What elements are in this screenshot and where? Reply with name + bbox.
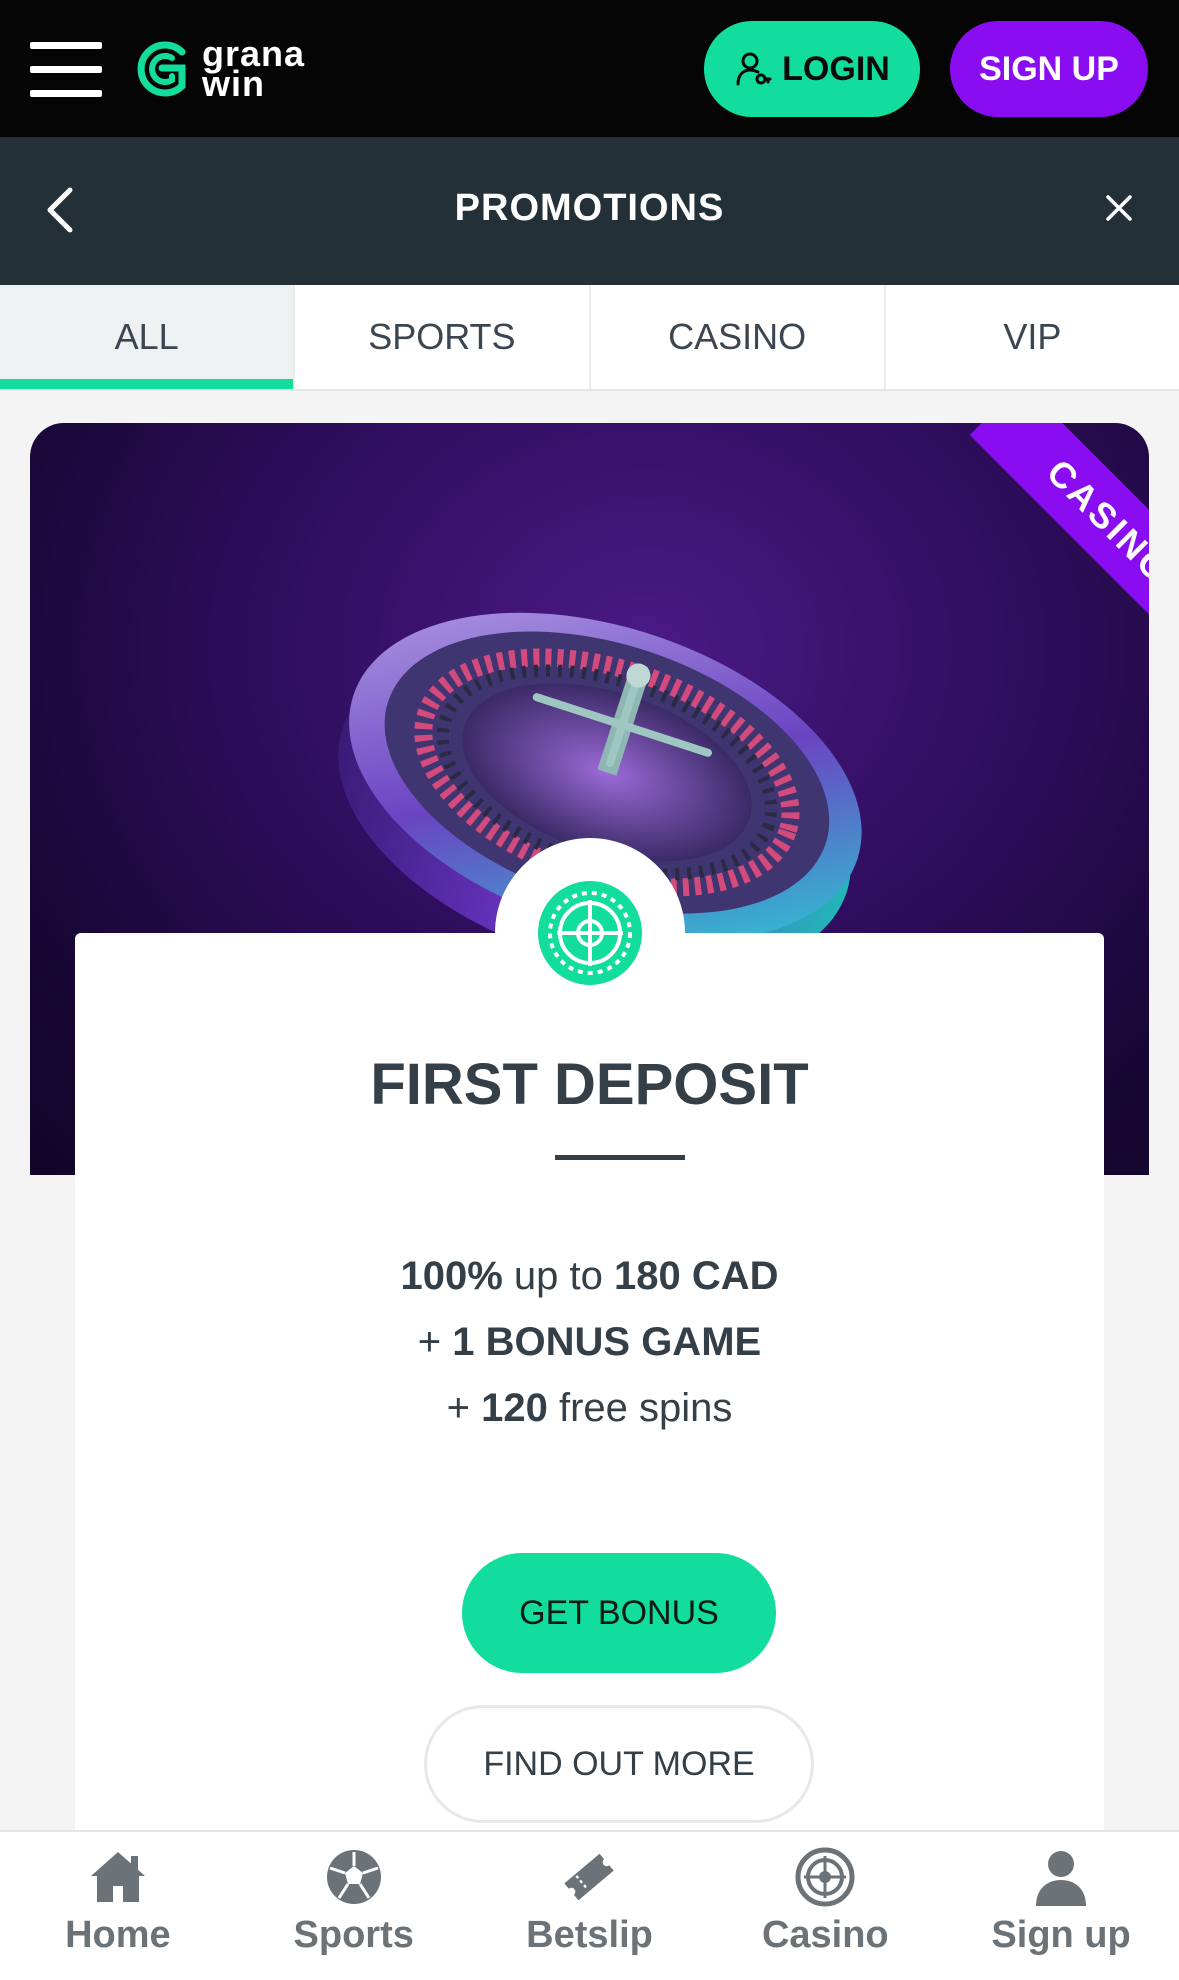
- tab-label: ALL: [114, 316, 179, 357]
- category-ribbon: CASINO: [929, 423, 1149, 643]
- logo-text: grana win: [202, 36, 305, 102]
- nav-home[interactable]: Home: [0, 1832, 236, 1980]
- nav-sports[interactable]: Sports: [236, 1832, 472, 1980]
- offer-title: FIRST DEPOSIT: [370, 1052, 809, 1117]
- get-bonus-label: GET BONUS: [519, 1593, 719, 1632]
- tab-casino[interactable]: CASINO: [591, 285, 886, 389]
- tab-sports[interactable]: SPORTS: [295, 285, 591, 389]
- signup-button[interactable]: SIGN UP: [950, 21, 1148, 117]
- roulette-icon: [538, 881, 642, 985]
- top-header: grana win LOGIN SIGN UP: [0, 0, 1179, 137]
- nav-label: Sports: [293, 1914, 414, 1956]
- tab-label: CASINO: [668, 316, 807, 357]
- user-icon: [1036, 1851, 1087, 1906]
- bonus-game: 1 BONUS GAME: [452, 1320, 762, 1364]
- offer-line-2: + 1 BONUS GAME: [30, 1309, 1149, 1375]
- bonus-percent: 100%: [400, 1254, 503, 1298]
- ribbon-label: CASINO: [969, 423, 1149, 643]
- promo-badge: [495, 838, 685, 1028]
- offer-text: +: [417, 1320, 453, 1364]
- nav-label: Sign up: [991, 1914, 1131, 1956]
- page-title: PROMOTIONS: [454, 187, 725, 229]
- ticket-icon: [564, 1853, 615, 1901]
- soccer-ball-icon: [326, 1850, 381, 1904]
- logo[interactable]: grana win: [130, 34, 305, 104]
- nav-label: Home: [65, 1914, 171, 1956]
- offer-details: 100% up to 180 CAD + 1 BONUS GAME + 120 …: [30, 1243, 1149, 1441]
- tab-label: VIP: [1003, 316, 1062, 357]
- get-bonus-button[interactable]: GET BONUS: [462, 1553, 776, 1673]
- nav-label: Betslip: [526, 1914, 653, 1956]
- user-key-icon: [736, 52, 772, 86]
- tab-all[interactable]: ALL: [0, 285, 296, 389]
- bonus-amount: 180 CAD: [614, 1254, 779, 1298]
- offer-text: +: [446, 1386, 482, 1430]
- offer-text: free spins: [547, 1386, 733, 1430]
- promo-card: CASINO FIRST DEPOSIT 100% up to 180 CAD …: [30, 423, 1149, 1980]
- nav-betslip[interactable]: Betslip: [472, 1832, 708, 1980]
- close-icon[interactable]: [1100, 189, 1138, 227]
- signup-label: SIGN UP: [979, 49, 1119, 88]
- roulette-icon: [795, 1847, 855, 1907]
- nav-casino[interactable]: Casino: [707, 1832, 943, 1980]
- title-divider: [555, 1155, 685, 1160]
- logo-mark-icon: [137, 41, 186, 97]
- offer-line-1: 100% up to 180 CAD: [30, 1243, 1149, 1309]
- offer-text: up to: [502, 1254, 614, 1298]
- page: grana win LOGIN SIGN UP PROMOTIONS ALL S…: [0, 0, 1179, 1980]
- bottom-navigation: Home Sports Betslip Casino Sign up: [0, 1830, 1179, 1980]
- menu-icon[interactable]: [30, 38, 102, 100]
- find-out-more-button[interactable]: FIND OUT MORE: [424, 1705, 814, 1823]
- offer-line-3: + 120 free spins: [30, 1375, 1149, 1441]
- tab-vip[interactable]: VIP: [886, 285, 1179, 389]
- home-icon: [90, 1852, 145, 1902]
- promotion-tabs: ALL SPORTS CASINO VIP: [0, 285, 1179, 391]
- free-spins-count: 120: [481, 1386, 548, 1430]
- nav-label: Casino: [761, 1914, 889, 1956]
- nav-sign-up[interactable]: Sign up: [943, 1832, 1179, 1980]
- login-label: LOGIN: [782, 49, 890, 88]
- find-out-more-label: FIND OUT MORE: [483, 1744, 755, 1783]
- promotions-bar: PROMOTIONS: [0, 137, 1179, 285]
- tab-label: SPORTS: [368, 316, 516, 357]
- login-button[interactable]: LOGIN: [704, 21, 920, 117]
